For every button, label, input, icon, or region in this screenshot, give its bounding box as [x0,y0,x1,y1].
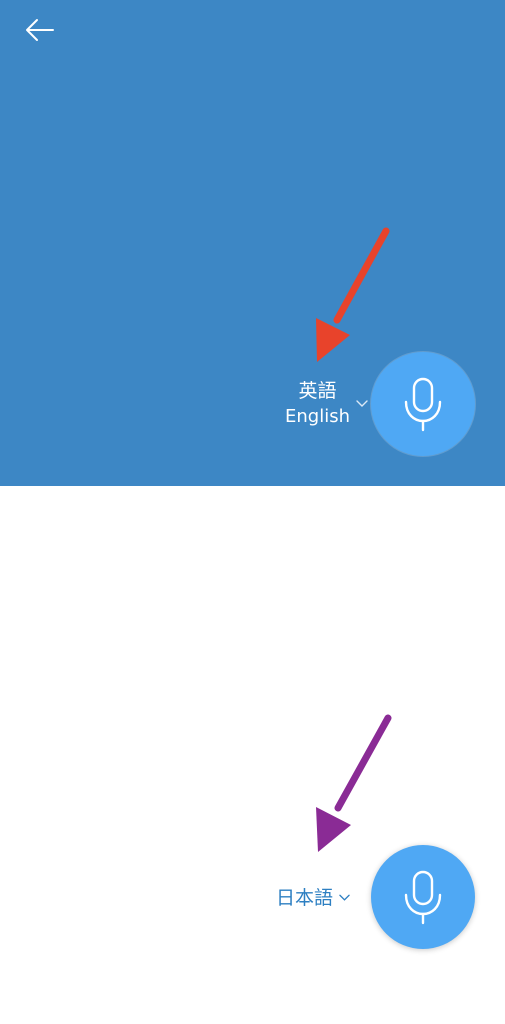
source-language-selector[interactable]: 英語 English [285,378,368,430]
translation-screen: 英語 English 日本語 [0,0,505,1024]
target-language-selector[interactable]: 日本語 [276,884,350,912]
chevron-down-icon [339,894,350,901]
chevron-down-icon [356,400,368,407]
target-microphone-button[interactable] [371,845,475,949]
target-language-label: 日本語 [275,887,333,909]
source-language-english-label: English [285,406,350,427]
source-language-native-label: 英語 [298,380,337,402]
microphone-icon [404,377,442,432]
microphone-icon [404,870,442,925]
source-language-panel: 英語 English [0,0,505,486]
source-microphone-button[interactable] [371,352,475,456]
back-button[interactable] [18,10,62,50]
arrow-left-icon [26,19,54,41]
